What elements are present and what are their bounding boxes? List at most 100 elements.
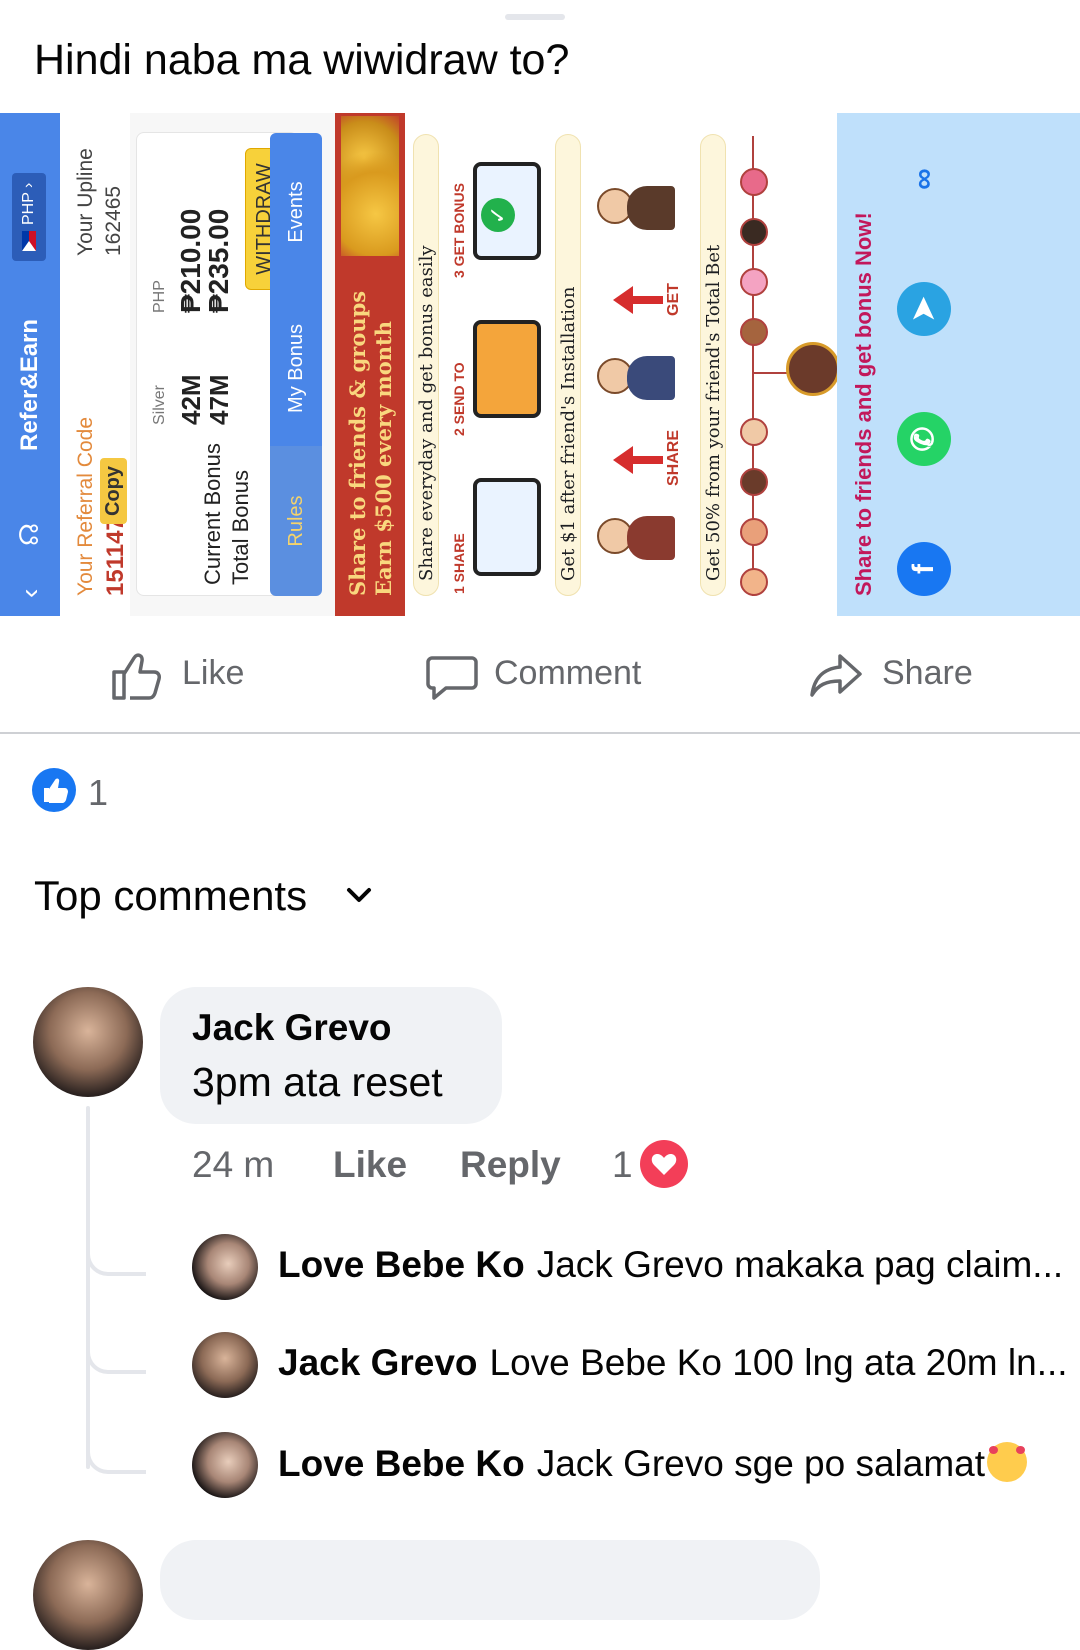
- copy-button: Copy: [100, 458, 127, 524]
- person-icon: [597, 350, 677, 406]
- arrow-label-share: SHARE: [665, 429, 682, 486]
- bonus-section: Current Bonus Total Bonus Silver 42M 47M…: [130, 113, 365, 616]
- arrow-icon: [613, 446, 633, 474]
- step-share: 1 SHARE: [447, 446, 543, 596]
- current-bonus-label: Current Bonus: [200, 443, 225, 585]
- phone-icon: [473, 478, 541, 576]
- phone-icon: [473, 320, 541, 418]
- comment-reaction-count: 1: [612, 1144, 633, 1185]
- commenter-avatar[interactable]: [33, 987, 143, 1097]
- reply-text: Jack Grevo makaka pag claim...: [536, 1244, 1064, 1285]
- app-tabs: Rules My Bonus Events: [260, 113, 327, 616]
- install-title: Get $1 after friend's Installation: [555, 134, 581, 596]
- app-nav-bar: ‹ ☊ Refer&Earn PHP ›: [0, 113, 60, 616]
- friend-avatar: [740, 568, 768, 596]
- comment-bubble[interactable]: Jack Grevo 3pm ata reset: [160, 987, 502, 1124]
- reply-item[interactable]: Love Bebe Ko Jack Grevo makaka pag claim.…: [192, 1234, 1072, 1300]
- upline-label: Your Upline: [74, 148, 97, 256]
- php-total: ₱235.00: [203, 208, 234, 313]
- step-get-bonus: 3 GET BONUS ✓: [447, 130, 543, 280]
- check-icon: ✓: [481, 198, 515, 232]
- share-title: Share to friends and get bonus Now!: [851, 212, 876, 596]
- steps-section: Share everyday and get bonus easily 1 SH…: [405, 113, 547, 616]
- currency-label: PHP: [20, 192, 37, 225]
- telegram-icon: ➤: [897, 282, 951, 336]
- comment-text: 3pm ata reset: [192, 1059, 443, 1105]
- person-icon: [597, 180, 677, 236]
- comments-sort-label[interactable]: Top comments: [34, 872, 307, 920]
- php-current: ₱210.00: [175, 208, 206, 313]
- bet-title: Get 50% from your friend's Total Bet: [700, 134, 726, 596]
- comment-author[interactable]: Jack Grevo: [192, 1007, 392, 1049]
- tab-events: Events: [270, 133, 322, 291]
- tab-my-bonus: My Bonus: [270, 291, 322, 446]
- next-comment-bubble[interactable]: [160, 1540, 820, 1620]
- silver-total: 47M: [204, 374, 234, 425]
- next-commenter-avatar[interactable]: [33, 1540, 143, 1650]
- friend-avatar: [740, 168, 768, 196]
- headset-icon: ☊: [14, 522, 44, 546]
- app-title: Refer&Earn: [16, 318, 43, 451]
- tab-rules: Rules: [270, 446, 322, 596]
- smiling-hearts-emoji-icon: [987, 1442, 1028, 1482]
- comment-like-button[interactable]: Like: [333, 1144, 407, 1186]
- promo-banner: Share to friends & groups Earn $500 ever…: [335, 113, 405, 616]
- arrow-label-get: GET: [665, 283, 682, 316]
- share-section: Share to friends and get bonus Now! f ✆ …: [837, 113, 1080, 616]
- post-text: Hindi naba ma wiwidraw to?: [34, 36, 570, 84]
- heart-reaction-icon[interactable]: [640, 1140, 688, 1188]
- post-image[interactable]: ‹ ☊ Refer&Earn PHP › Your Referral Code …: [0, 113, 1080, 616]
- thread-line: [86, 1106, 90, 1469]
- reply-author[interactable]: Jack Grevo: [278, 1342, 478, 1383]
- thread-branch: [86, 1340, 146, 1374]
- upline-value: 162465: [102, 185, 125, 256]
- steps-title: Share everyday and get bonus easily: [413, 134, 439, 596]
- share-arrow-icon: [810, 654, 862, 697]
- link-icon: ∞: [907, 168, 940, 190]
- silver-current: 42M: [176, 374, 206, 425]
- referral-code: 151147: [102, 517, 129, 596]
- install-section: Get $1 after friend's Installation SHARE…: [547, 113, 692, 616]
- coins-illustration: [341, 116, 399, 256]
- step-label: 2 SEND TO: [451, 362, 467, 436]
- whatsapp-icon: ✆: [897, 412, 951, 466]
- person-icon: [597, 510, 677, 566]
- share-label: Share: [882, 654, 973, 692]
- arrow-icon: [613, 286, 633, 314]
- promo-line-1: Share to friends & groups: [345, 290, 370, 596]
- reply-item[interactable]: Jack Grevo Love Bebe Ko 100 lng ata 20m l…: [192, 1332, 1072, 1398]
- reply-avatar[interactable]: [192, 1432, 258, 1498]
- like-label: Like: [182, 654, 245, 692]
- chevron-down-icon[interactable]: [344, 880, 374, 910]
- silver-label: Silver: [151, 384, 168, 425]
- comment-bubble-icon: [426, 656, 478, 700]
- currency-selector: PHP ›: [12, 172, 46, 261]
- friend-avatar: [740, 268, 768, 296]
- reply-item[interactable]: Love Bebe Ko Jack Grevo sge po salamat: [192, 1432, 1072, 1498]
- reply-author[interactable]: Love Bebe Ko: [278, 1244, 525, 1285]
- php-label: PHP: [151, 280, 168, 313]
- thread-branch: [86, 1242, 146, 1276]
- comment-time: 24 m: [192, 1144, 275, 1185]
- reaction-count: 1: [88, 772, 109, 813]
- reply-author[interactable]: Love Bebe Ko: [278, 1443, 525, 1484]
- reply-text: Jack Grevo sge po salamat: [536, 1443, 986, 1484]
- reply-avatar[interactable]: [192, 1234, 258, 1300]
- total-bonus-label: Total Bonus: [228, 470, 253, 585]
- friend-avatar: [740, 468, 768, 496]
- thumbs-up-icon: [112, 653, 161, 700]
- bet-section: Get 50% from your friend's Total Bet: [692, 113, 840, 616]
- drag-handle[interactable]: [505, 14, 565, 20]
- step-label: 1 SHARE: [451, 533, 467, 594]
- like-reaction-icon: [32, 768, 76, 812]
- referral-section: Your Referral Code 151147 Copy Your Upli…: [60, 113, 130, 616]
- step-label: 3 GET BONUS: [451, 183, 467, 278]
- friend-avatar: [740, 418, 768, 446]
- comment-label: Comment: [494, 654, 642, 692]
- facebook-icon: f: [897, 542, 951, 596]
- friend-avatar: [740, 518, 768, 546]
- step-send: 2 SEND TO: [447, 288, 543, 438]
- comment-reply-button[interactable]: Reply: [460, 1144, 561, 1186]
- reply-avatar[interactable]: [192, 1332, 258, 1398]
- post-action-bar: Like Comment Share: [0, 626, 1080, 726]
